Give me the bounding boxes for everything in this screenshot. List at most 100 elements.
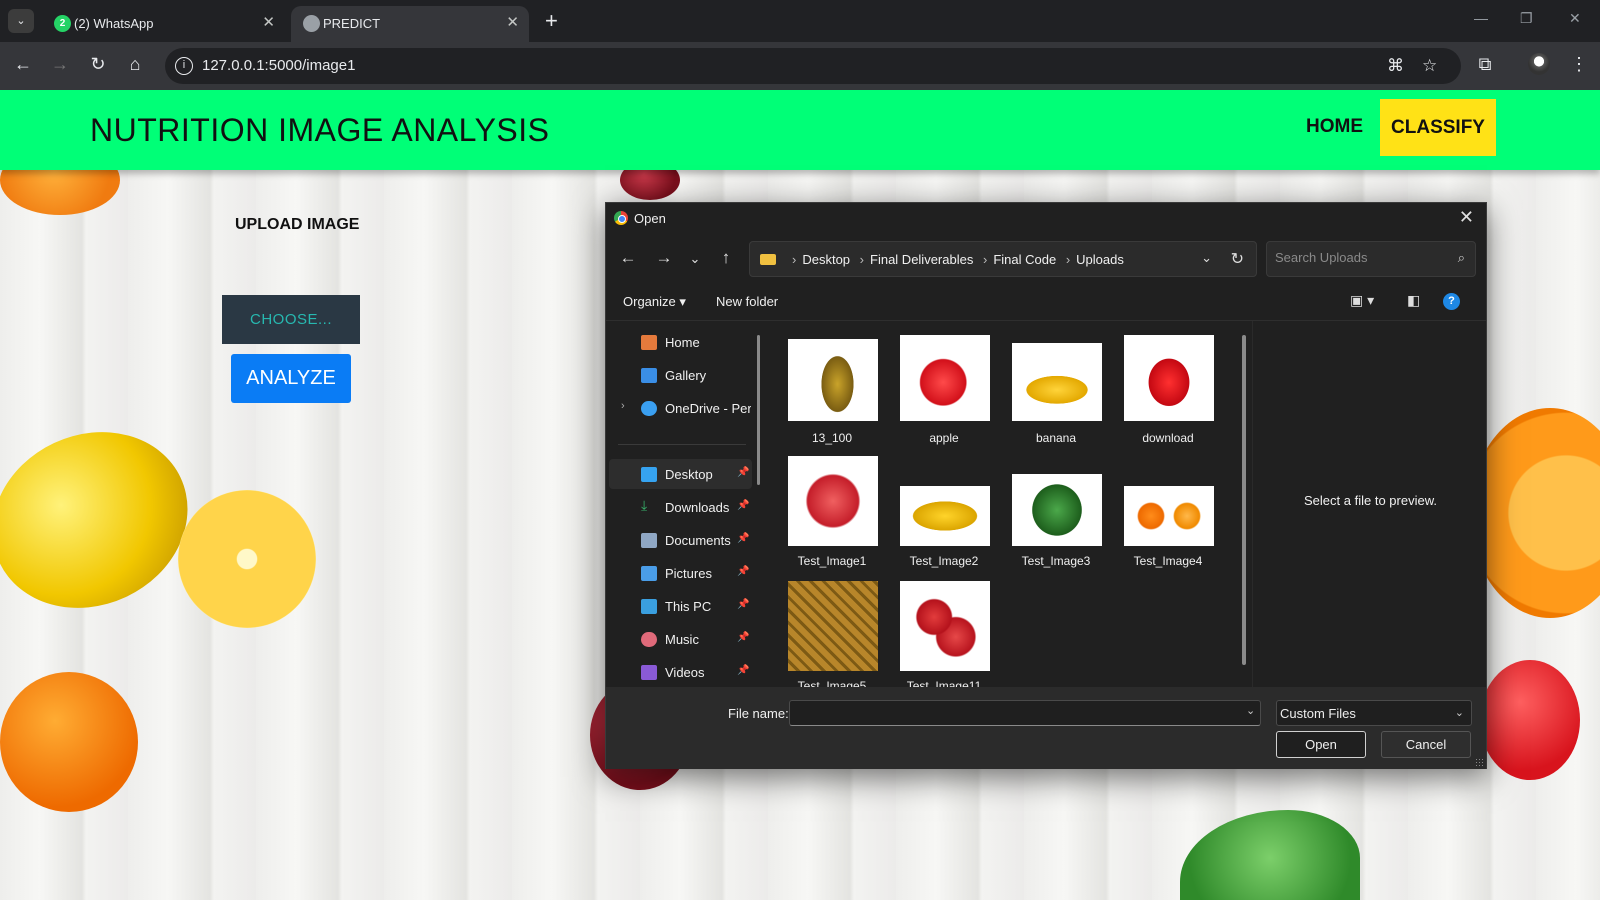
tab-search-chevron-icon[interactable]: ⌄ (8, 9, 34, 33)
refresh-icon[interactable]: ↻ (1231, 249, 1244, 269)
profile-avatar[interactable] (1528, 53, 1550, 75)
file-item[interactable]: apple (888, 335, 1000, 459)
whatsapp-icon: 2 (54, 15, 71, 32)
back-icon[interactable]: ← (11, 54, 35, 75)
file-list-scrollbar[interactable] (1242, 335, 1246, 665)
sidebar-item-documents[interactable]: Documents 📌 (609, 525, 752, 555)
up-folder-icon[interactable]: ↑ (715, 248, 737, 268)
pear-thumbnail (788, 339, 878, 421)
sidebar-scrollbar[interactable] (757, 335, 760, 485)
translate-icon[interactable]: ⌘ (1387, 56, 1404, 76)
new-tab-icon[interactable]: + (545, 8, 558, 34)
desktop-icon (641, 467, 657, 482)
tab-predict[interactable]: PREDICT ✕ (291, 6, 529, 42)
breadcrumb-final-deliverables[interactable]: Final Deliverables (870, 252, 973, 267)
file-name-input[interactable] (789, 700, 1261, 726)
pineapple-thumbnail (788, 581, 878, 671)
search-box[interactable]: ⌕ (1266, 241, 1476, 277)
banana-thumbnail (1012, 343, 1102, 421)
sidebar-item-music[interactable]: Music 📌 (609, 624, 752, 654)
choose-file-button[interactable]: CHOOSE... (222, 295, 360, 344)
pin-icon: 📌 (737, 500, 750, 511)
expand-chevron-icon[interactable]: › (621, 400, 625, 412)
sidebar-item-desktop[interactable]: Desktop 📌 (609, 459, 752, 489)
help-icon[interactable]: ? (1443, 293, 1460, 310)
chrome-icon (614, 211, 628, 225)
file-name: Test_Image1 (797, 554, 867, 568)
file-item[interactable]: Test_Image2 (888, 456, 1000, 580)
upload-image-heading: UPLOAD IMAGE (235, 216, 360, 233)
back-icon[interactable]: ← (617, 248, 639, 268)
sidebar-item-home[interactable]: Home (609, 327, 752, 357)
file-name-history-chevron-icon[interactable]: ⌄ (1246, 704, 1255, 717)
oranges-thumbnail (1124, 486, 1214, 546)
sidebar-divider (618, 444, 746, 445)
recent-locations-chevron-icon[interactable]: ⌄ (684, 251, 706, 267)
view-options-icon[interactable]: ▣ ▾ (1350, 292, 1374, 309)
minimize-icon[interactable]: — (1474, 10, 1488, 26)
file-item[interactable]: Test_Image4 (1112, 456, 1224, 580)
sidebar-item-label: Gallery (665, 368, 707, 383)
lemon-slice-decoration (178, 490, 316, 628)
sidebar-item-downloads[interactable]: ⤓ Downloads 📌 (609, 492, 752, 522)
cancel-button[interactable]: Cancel (1381, 731, 1471, 758)
breadcrumb-final-code[interactable]: Final Code (993, 252, 1056, 267)
close-tab-icon[interactable]: ✕ (262, 13, 275, 31)
open-button[interactable]: Open (1276, 731, 1366, 758)
sidebar-item-this-pc[interactable]: This PC 📌 (609, 591, 752, 621)
site-info-icon[interactable]: i (175, 57, 193, 75)
file-item[interactable]: download (1112, 335, 1224, 459)
search-input[interactable] (1275, 250, 1445, 265)
resize-grip-icon[interactable] (1475, 758, 1483, 766)
nav-home-link[interactable]: HOME (1306, 116, 1363, 138)
file-item[interactable]: Test_Image11 (888, 581, 1000, 687)
close-tab-icon[interactable]: ✕ (506, 13, 519, 31)
documents-icon (641, 533, 657, 548)
forward-icon[interactable]: → (653, 248, 675, 268)
sidebar-item-videos[interactable]: Videos 📌 (609, 657, 752, 687)
url-text[interactable]: 127.0.0.1:5000/image1 (202, 57, 355, 74)
sidebar-item-gallery[interactable]: Gallery (609, 360, 752, 390)
home-icon[interactable]: ⌂ (123, 54, 147, 75)
nav-classify-link[interactable]: CLASSIFY (1380, 99, 1496, 156)
bookmark-star-icon[interactable]: ☆ (1422, 56, 1437, 76)
file-name-label: File name: (728, 706, 789, 721)
tab-whatsapp[interactable]: 2 (2) WhatsApp ✕ (42, 6, 285, 42)
window-close-icon[interactable]: ✕ (1569, 10, 1581, 27)
file-item[interactable]: Test_Image3 (1000, 456, 1112, 580)
pictures-icon (641, 566, 657, 581)
reload-icon[interactable]: ↻ (86, 54, 110, 75)
file-name: Test_Image11 (906, 679, 982, 687)
sidebar-item-onedrive[interactable]: › OneDrive - Perso (609, 393, 752, 423)
address-bar[interactable]: i 127.0.0.1:5000/image1 ⌘ ☆ (165, 48, 1461, 84)
file-open-dialog: Open ✕ ← → ⌄ ↑ › Desktop › Final Deliverab… (605, 202, 1487, 769)
cloud-icon (641, 401, 657, 416)
file-item[interactable]: 13_100 (776, 335, 888, 459)
chevron-down-icon: ⌄ (1454, 707, 1464, 719)
breadcrumb-uploads[interactable]: Uploads (1076, 252, 1124, 267)
site-brand[interactable]: NUTRITION IMAGE ANALYSIS (90, 112, 549, 149)
file-item[interactable]: Test_Image5 (776, 581, 888, 687)
analyze-button[interactable]: ANALYZE (231, 354, 351, 403)
file-item[interactable]: Test_Image1 (776, 456, 888, 580)
extensions-icon[interactable]: ⧉ (1473, 54, 1497, 75)
globe-icon (303, 15, 320, 32)
preview-pane-icon[interactable]: ◧ (1407, 292, 1420, 309)
forward-icon[interactable]: → (48, 54, 72, 75)
file-name: Test_Image3 (1021, 554, 1091, 568)
music-icon (641, 632, 657, 647)
breadcrumb-desktop[interactable]: Desktop (802, 252, 850, 267)
orange-decoration (0, 672, 138, 812)
organize-menu[interactable]: Organize ▾ (623, 294, 686, 310)
menu-kebab-icon[interactable]: ⋮ (1567, 54, 1591, 75)
file-item[interactable]: banana (1000, 335, 1112, 459)
path-breadcrumb[interactable]: › Desktop › Final Deliverables › Final Code… (749, 241, 1257, 277)
sidebar-item-pictures[interactable]: Pictures 📌 (609, 558, 752, 588)
restore-icon[interactable]: ❐ (1520, 10, 1533, 27)
file-type-select[interactable]: Custom Files ⌄ (1276, 700, 1472, 726)
apples-thumbnail (900, 581, 990, 671)
path-history-chevron-icon[interactable]: ⌄ (1201, 250, 1212, 266)
dialog-close-icon[interactable]: ✕ (1459, 207, 1474, 228)
new-folder-button[interactable]: New folder (716, 294, 778, 309)
apple-thumbnail (900, 335, 990, 421)
